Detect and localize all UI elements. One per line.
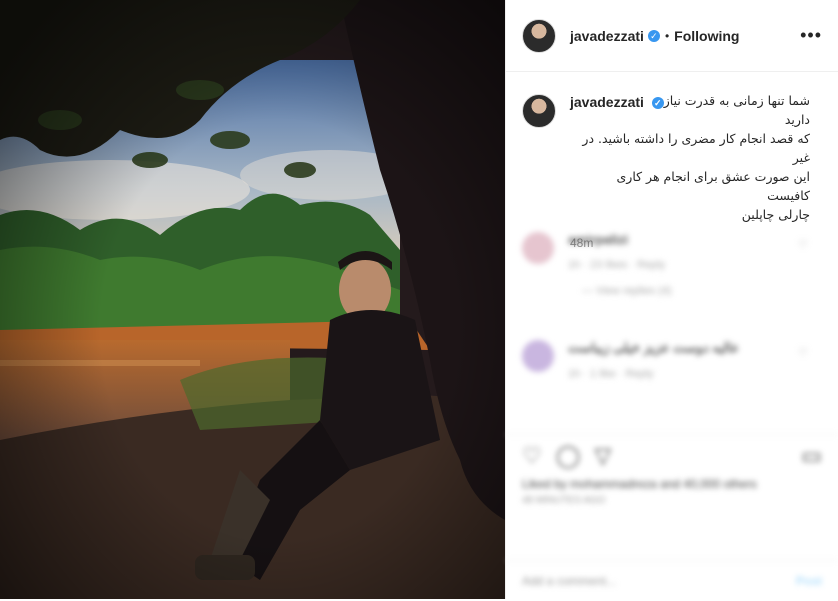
like-comment-icon[interactable]: ♡ [798, 346, 808, 359]
caption-username[interactable]: javadezzati [570, 94, 644, 110]
verified-badge-icon: ✓ [651, 97, 664, 110]
caption-avatar[interactable] [522, 94, 556, 128]
like-comment-icon[interactable]: ♡ [798, 238, 808, 251]
post-side-panel: javadezzati ✓ • Following ••• javadezzat… [505, 0, 838, 599]
post-actions: ♡ ◯ ▽ ▭ Liked by mohammadreza and 40,000… [506, 434, 838, 565]
comment-item: amirpalizi 1h · 23 likes · Reply — View … [506, 232, 838, 297]
comment-item: عالیه دوست عزیز خیلی زیباست 1h · 1 like … [506, 340, 838, 380]
comment-avatar[interactable] [522, 340, 554, 372]
heart-icon[interactable]: ♡ [522, 443, 542, 469]
verified-badge-icon: ✓ [647, 29, 660, 42]
following-button[interactable]: Following [674, 28, 739, 44]
separator-dot: • [664, 28, 670, 43]
more-options-icon[interactable]: ••• [800, 25, 822, 46]
likes-count[interactable]: Liked by mohammadreza and 40,000 others [506, 477, 838, 491]
comment-meta: 1h · 23 likes · Reply [568, 259, 666, 271]
add-comment-input[interactable]: Add a comment... [522, 574, 616, 588]
post-button[interactable]: Post [796, 574, 822, 588]
comment-text: عالیه دوست عزیز خیلی زیباست [568, 340, 739, 355]
comment-avatar[interactable] [522, 232, 554, 264]
caption: javadezzati ✓ شما تنها زمانی به قدرت نیا… [506, 72, 838, 250]
avatar[interactable] [522, 18, 556, 53]
comment-meta: 1h · 1 like · Reply [568, 368, 654, 380]
comment-icon[interactable]: ◯ [556, 443, 581, 469]
username-link[interactable]: javadezzati [570, 28, 644, 44]
comment-username[interactable]: amirpalizi [568, 232, 822, 247]
caption-text: شما تنها زمانی به قدرت نیاز دارید که قصد… [582, 93, 810, 222]
add-comment-bar: Add a comment... Post [506, 560, 838, 601]
share-icon[interactable]: ▽ [594, 443, 611, 469]
post-date: 48 MINUTES AGO [522, 495, 606, 506]
view-replies[interactable]: — View replies (4) [582, 285, 822, 297]
post-header: javadezzati ✓ • Following ••• [506, 0, 838, 72]
bookmark-icon[interactable]: ▭ [801, 443, 822, 469]
post-photo [0, 0, 505, 599]
